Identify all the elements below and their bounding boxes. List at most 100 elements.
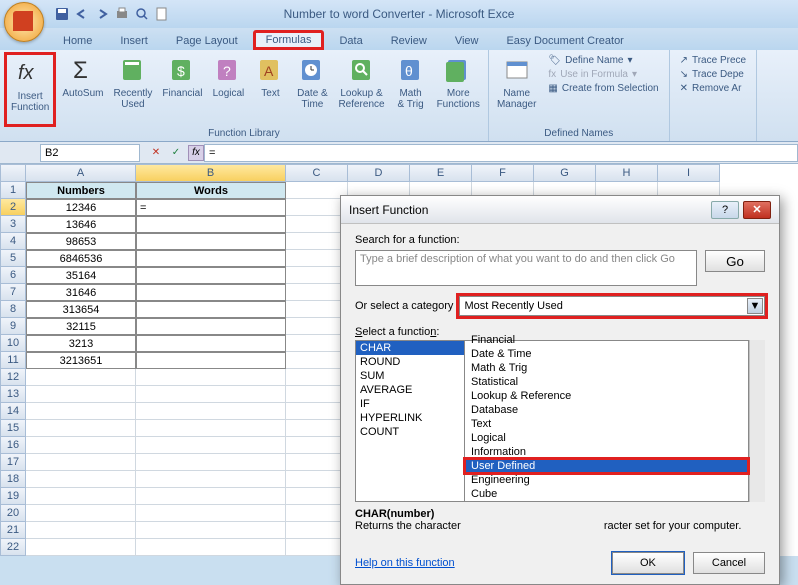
category-item-date-time[interactable]: Date & Time (465, 347, 748, 361)
cell[interactable] (26, 386, 136, 403)
row-header-3[interactable]: 3 (0, 216, 26, 233)
new-icon[interactable] (154, 6, 170, 22)
category-item-engineering[interactable]: Engineering (465, 473, 748, 487)
cell[interactable] (286, 335, 348, 352)
row-header-2[interactable]: 2 (0, 199, 26, 216)
cell[interactable] (286, 539, 348, 556)
cell-a3[interactable]: 13646 (26, 216, 136, 233)
trace-dependents-button[interactable]: ↘Trace Depe (676, 68, 750, 81)
cell[interactable] (286, 403, 348, 420)
cell[interactable] (26, 369, 136, 386)
financial-button[interactable]: $ Financial (158, 52, 206, 127)
remove-arrows-button[interactable]: ✕Remove Ar (676, 82, 750, 95)
dialog-close-button[interactable]: ✕ (743, 201, 771, 219)
col-header-h[interactable]: H (596, 164, 658, 182)
tab-page-layout[interactable]: Page Layout (163, 31, 251, 50)
cell[interactable] (136, 505, 286, 522)
cell[interactable] (136, 454, 286, 471)
row-header-21[interactable]: 21 (0, 522, 26, 539)
cell-a9[interactable]: 32115 (26, 318, 136, 335)
cell[interactable] (286, 369, 348, 386)
cell-b5[interactable] (136, 250, 286, 267)
enter-formula-icon[interactable]: ✓ (168, 145, 184, 161)
cell[interactable] (286, 471, 348, 488)
cell-b2[interactable]: = (136, 199, 286, 216)
cell[interactable] (136, 522, 286, 539)
cell[interactable] (286, 420, 348, 437)
save-icon[interactable] (54, 6, 70, 22)
col-header-a[interactable]: A (26, 164, 136, 182)
cell-a6[interactable]: 35164 (26, 267, 136, 284)
search-function-input[interactable]: Type a brief description of what you wan… (355, 250, 697, 286)
cell[interactable] (286, 233, 348, 250)
cell-b8[interactable] (136, 301, 286, 318)
tab-review[interactable]: Review (378, 31, 440, 50)
cell-b4[interactable] (136, 233, 286, 250)
col-header-d[interactable]: D (348, 164, 410, 182)
cell[interactable] (286, 250, 348, 267)
function-list-scrollbar[interactable] (749, 340, 765, 502)
category-item-statistical[interactable]: Statistical (465, 375, 748, 389)
dialog-help-button[interactable]: ? (711, 201, 739, 219)
cell-a5[interactable]: 6846536 (26, 250, 136, 267)
preview-icon[interactable] (134, 6, 150, 22)
cell-b11[interactable] (136, 352, 286, 369)
print-icon[interactable] (114, 6, 130, 22)
category-select[interactable]: Most Recently Used ▼ (459, 296, 765, 316)
undo-icon[interactable] (74, 6, 90, 22)
cancel-formula-icon[interactable]: ✕ (148, 145, 164, 161)
use-in-formula-button[interactable]: fxUse in Formula ▾ (544, 68, 662, 81)
row-header-15[interactable]: 15 (0, 420, 26, 437)
category-item-logical[interactable]: Logical (465, 431, 748, 445)
row-header-14[interactable]: 14 (0, 403, 26, 420)
row-header-22[interactable]: 22 (0, 539, 26, 556)
col-header-b[interactable]: B (136, 164, 286, 182)
row-header-4[interactable]: 4 (0, 233, 26, 250)
function-list[interactable]: CHAR ROUND SUM AVERAGE IF HYPERLINK COUN… (355, 340, 465, 502)
row-header-9[interactable]: 9 (0, 318, 26, 335)
row-header-17[interactable]: 17 (0, 454, 26, 471)
insert-function-button[interactable]: fx Insert Function (4, 52, 56, 127)
cell-c1[interactable] (286, 182, 348, 199)
row-header-5[interactable]: 5 (0, 250, 26, 267)
category-item-database[interactable]: Database (465, 403, 748, 417)
cell[interactable] (136, 420, 286, 437)
row-header-11[interactable]: 11 (0, 352, 26, 369)
cell[interactable] (26, 505, 136, 522)
row-header-18[interactable]: 18 (0, 471, 26, 488)
cell[interactable] (286, 284, 348, 301)
tab-easy-document-creator[interactable]: Easy Document Creator (493, 31, 636, 50)
cell-b9[interactable] (136, 318, 286, 335)
row-header-10[interactable]: 10 (0, 335, 26, 352)
name-box[interactable] (40, 144, 140, 162)
cell[interactable] (286, 267, 348, 284)
row-header-7[interactable]: 7 (0, 284, 26, 301)
cancel-button[interactable]: Cancel (693, 552, 765, 574)
cell[interactable] (286, 522, 348, 539)
cell[interactable] (286, 199, 348, 216)
cell[interactable] (26, 454, 136, 471)
formula-input[interactable] (204, 144, 798, 162)
col-header-c[interactable]: C (286, 164, 348, 182)
function-item-round[interactable]: ROUND (356, 355, 464, 369)
cell[interactable] (26, 522, 136, 539)
row-header-16[interactable]: 16 (0, 437, 26, 454)
help-on-function-link[interactable]: Help on this function (355, 557, 455, 569)
category-item-information[interactable]: Information (465, 445, 748, 459)
category-item-text[interactable]: Text (465, 417, 748, 431)
cell[interactable] (26, 471, 136, 488)
cell[interactable] (26, 488, 136, 505)
trace-precedents-button[interactable]: ↗Trace Prece (676, 54, 750, 67)
go-button[interactable]: Go (705, 250, 765, 272)
cell[interactable] (286, 454, 348, 471)
cell-b10[interactable] (136, 335, 286, 352)
cell[interactable] (286, 318, 348, 335)
function-item-average[interactable]: AVERAGE (356, 383, 464, 397)
cell[interactable] (26, 403, 136, 420)
tab-home[interactable]: Home (50, 31, 105, 50)
function-item-char[interactable]: CHAR (356, 341, 464, 355)
tab-data[interactable]: Data (326, 31, 375, 50)
cell-b6[interactable] (136, 267, 286, 284)
date-time-button[interactable]: Date & Time (292, 52, 332, 127)
cell[interactable] (136, 403, 286, 420)
